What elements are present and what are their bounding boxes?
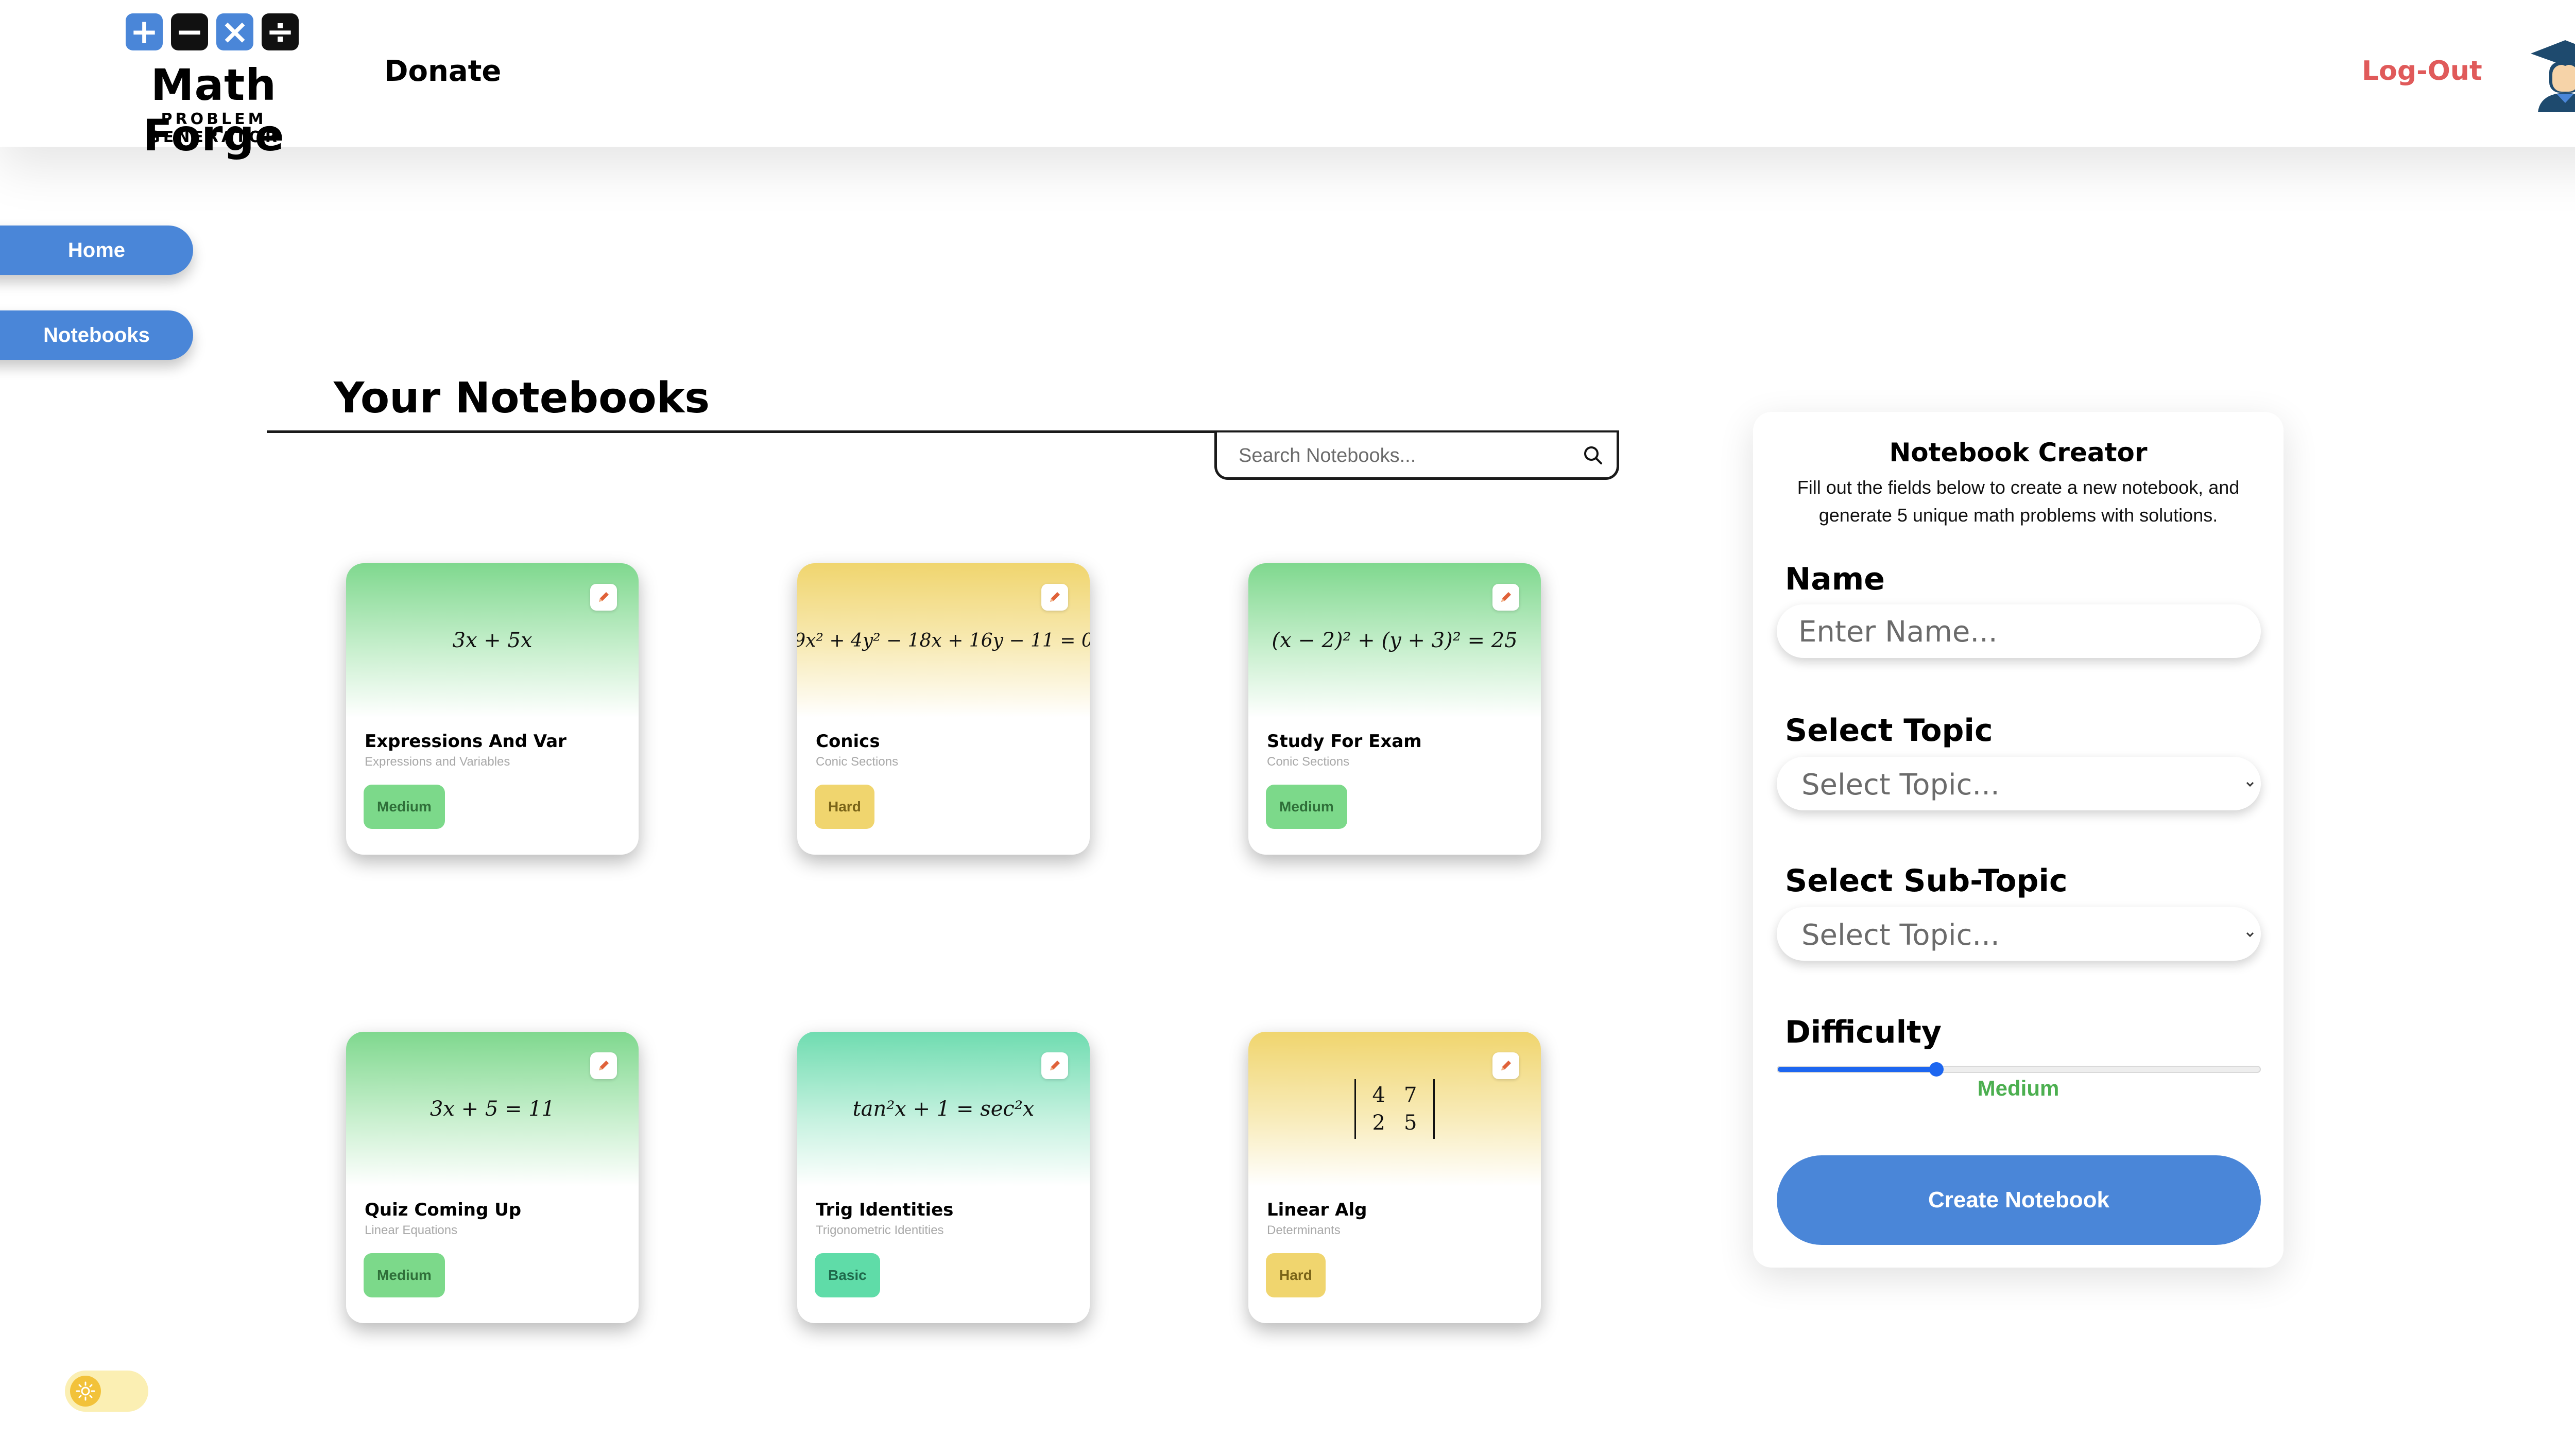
pencil-icon bbox=[599, 1061, 609, 1070]
difficulty-badge: Medium bbox=[364, 785, 445, 829]
difficulty-slider[interactable] bbox=[1777, 1066, 2261, 1073]
logo-operators: + − × ÷ bbox=[126, 13, 299, 50]
subtopic-select-value: Select Topic... bbox=[1801, 918, 2000, 952]
sun-icon bbox=[76, 1381, 95, 1401]
edit-button[interactable] bbox=[1492, 1052, 1519, 1079]
donate-link[interactable]: Donate bbox=[384, 55, 501, 88]
pencil-icon bbox=[599, 592, 609, 602]
creator-title: Notebook Creator bbox=[1889, 438, 2148, 467]
difficulty-value: Medium bbox=[1977, 1076, 2059, 1100]
search-input[interactable] bbox=[1238, 440, 1559, 472]
card-title: Expressions And Var bbox=[365, 731, 566, 752]
notebook-card[interactable]: tan²x + 1 = sec²x Trig Identities Trigon… bbox=[797, 1032, 1090, 1323]
card-title: Linear Alg bbox=[1267, 1200, 1367, 1220]
card-title: Study For Exam bbox=[1267, 731, 1422, 752]
toggle-knob[interactable] bbox=[70, 1376, 101, 1407]
sidebar-item-notebooks[interactable]: Notebooks bbox=[0, 310, 193, 360]
page-title: Your Notebooks bbox=[334, 374, 710, 423]
edit-button[interactable] bbox=[1492, 584, 1519, 611]
theme-toggle[interactable] bbox=[65, 1371, 148, 1412]
card-topic: Determinants bbox=[1267, 1223, 1341, 1237]
topic-select-value: Select Topic... bbox=[1801, 768, 2000, 802]
search-bar bbox=[1214, 432, 1619, 480]
notebook-card[interactable]: 47 25 Linear Alg Determinants Hard bbox=[1248, 1032, 1541, 1323]
creator-description: Fill out the fields below to create a ne… bbox=[1797, 477, 2240, 526]
card-topic: Conic Sections bbox=[1267, 755, 1350, 769]
name-label: Name bbox=[1785, 561, 1885, 597]
slider-handle[interactable] bbox=[1929, 1062, 1944, 1077]
create-notebook-button[interactable]: Create Notebook bbox=[1777, 1155, 2261, 1245]
matrix-cell: 2 bbox=[1372, 1111, 1385, 1135]
chevron-down-icon bbox=[2246, 932, 2254, 938]
card-topic: Trigonometric Identities bbox=[816, 1223, 944, 1237]
difficulty-badge: Medium bbox=[1266, 785, 1347, 829]
card-topic: Conic Sections bbox=[816, 755, 899, 769]
difficulty-badge: Hard bbox=[1266, 1253, 1326, 1297]
graduate-avatar-icon[interactable] bbox=[2527, 36, 2575, 113]
multiply-icon: × bbox=[216, 13, 253, 50]
card-topic: Expressions and Variables bbox=[365, 755, 510, 769]
minus-icon: − bbox=[171, 13, 208, 50]
card-title: Quiz Coming Up bbox=[365, 1200, 522, 1220]
logo-subtitle: PROBLEM GENERATOR bbox=[147, 110, 280, 146]
slider-fill bbox=[1778, 1067, 1937, 1072]
difficulty-label: Difficulty bbox=[1785, 1014, 1942, 1050]
search-icon[interactable] bbox=[1582, 444, 1604, 466]
pencil-icon bbox=[1050, 1061, 1060, 1070]
card-title: Trig Identities bbox=[816, 1200, 954, 1220]
edit-button[interactable] bbox=[1041, 584, 1068, 611]
matrix-cell: 4 bbox=[1372, 1083, 1385, 1107]
logout-link[interactable]: Log-Out bbox=[2362, 56, 2482, 86]
top-header: + − × ÷ Math Forge PROBLEM GENERATOR Don… bbox=[0, 0, 2575, 161]
subtopic-label: Select Sub-Topic bbox=[1785, 863, 2068, 899]
pencil-icon bbox=[1050, 592, 1060, 602]
notebook-card[interactable]: 3x + 5x Expressions And Var Expressions … bbox=[346, 563, 639, 855]
chevron-down-icon bbox=[2246, 782, 2254, 787]
topic-select[interactable]: Select Topic... bbox=[1777, 757, 2261, 810]
name-field bbox=[1777, 604, 2261, 658]
plus-icon: + bbox=[126, 13, 163, 50]
matrix-cell: 5 bbox=[1404, 1111, 1417, 1135]
name-input[interactable] bbox=[1797, 615, 2242, 649]
topic-label: Select Topic bbox=[1785, 713, 1993, 749]
sidebar-item-home[interactable]: Home bbox=[0, 226, 193, 275]
difficulty-badge: Basic bbox=[815, 1253, 880, 1297]
matrix-cell: 7 bbox=[1404, 1083, 1417, 1107]
edit-button[interactable] bbox=[590, 584, 617, 611]
difficulty-badge: Medium bbox=[364, 1253, 445, 1297]
determinant-matrix: 47 25 bbox=[1354, 1079, 1435, 1139]
subtopic-select[interactable]: Select Topic... bbox=[1777, 907, 2261, 961]
divide-icon: ÷ bbox=[262, 13, 299, 50]
pencil-icon bbox=[1501, 1061, 1511, 1070]
notebook-creator-panel: Notebook Creator Fill out the fields bel… bbox=[1753, 412, 2284, 1268]
difficulty-badge: Hard bbox=[815, 785, 874, 829]
edit-button[interactable] bbox=[590, 1052, 617, 1079]
pencil-icon bbox=[1501, 592, 1511, 602]
card-topic: Linear Equations bbox=[365, 1223, 458, 1237]
card-title: Conics bbox=[816, 731, 880, 752]
notebook-card[interactable]: (x − 2)² + (y + 3)² = 25 Study For Exam … bbox=[1248, 563, 1541, 855]
edit-button[interactable] bbox=[1041, 1052, 1068, 1079]
notebook-card[interactable]: 9x² + 4y² − 18x + 16y − 11 = 0 Conics Co… bbox=[797, 563, 1090, 855]
notebook-card[interactable]: 3x + 5 = 11 Quiz Coming Up Linear Equati… bbox=[346, 1032, 639, 1323]
